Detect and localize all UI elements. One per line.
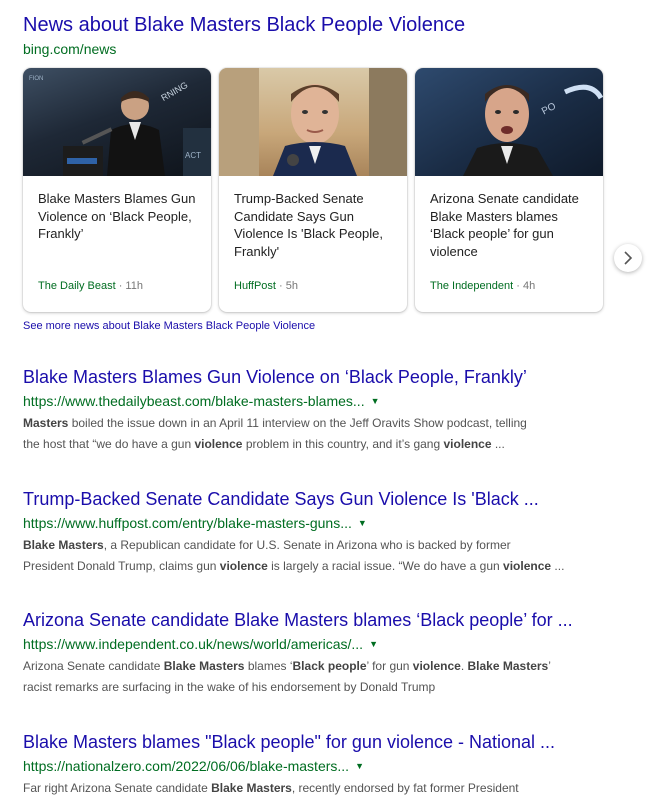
- chevron-right-icon: [624, 251, 633, 265]
- result-title-link[interactable]: Blake Masters Blames Gun Violence on ‘Bl…: [23, 365, 623, 389]
- snippet-bold-term: Blake Masters: [163, 659, 245, 673]
- news-card-source: The Daily Beast · 11h: [38, 280, 143, 292]
- news-card-source-name: The Daily Beast: [38, 280, 116, 292]
- caret-down-icon[interactable]: ▼: [369, 639, 378, 649]
- snippet-text: Far right Arizona Senate candidate: [23, 781, 212, 795]
- result-snippet-line: the host that “we do have a gun violence…: [23, 434, 623, 455]
- result-snippet-line: President Donald Trump, claims gun viole…: [23, 556, 623, 577]
- snippet-text: .: [460, 659, 468, 673]
- see-more-news-link[interactable]: See more news about Blake Masters Black …: [23, 320, 315, 332]
- result-snippet: Masters boiled the issue down in an Apri…: [23, 413, 623, 455]
- result-url-text: https://www.huffpost.com/entry/blake-mas…: [23, 515, 352, 531]
- candidate-photo-image: [219, 68, 407, 176]
- snippet-text: ...: [551, 559, 565, 573]
- svg-text:ACT: ACT: [185, 151, 201, 160]
- snippet-text: ...: [491, 437, 505, 451]
- result-url-text: https://www.independent.co.uk/news/world…: [23, 636, 364, 652]
- snippet-text: blames ‘: [244, 659, 293, 673]
- result-snippet: Far right Arizona Senate candidate Blake…: [23, 778, 623, 799]
- result-snippet: Blake Masters, a Republican candidate fo…: [23, 535, 623, 577]
- svg-text:PO: PO: [540, 101, 558, 118]
- result-url-text: https://www.thedailybeast.com/blake-mast…: [23, 393, 365, 409]
- result-snippet-line: Arizona Senate candidate Blake Masters b…: [23, 656, 623, 677]
- news-card-thumbnail: [219, 68, 407, 176]
- result-snippet-line: Masters boiled the issue down in an Apri…: [23, 413, 623, 434]
- result-url[interactable]: https://nationalzero.com/2022/06/06/blak…: [23, 756, 623, 776]
- news-card-title[interactable]: Arizona Senate candidate Blake Masters b…: [430, 190, 590, 260]
- snippet-bold-term: violence: [443, 437, 492, 451]
- news-card-source-name: The Independent: [430, 280, 514, 292]
- snippet-bold-term: Blake Masters: [23, 538, 104, 552]
- news-card[interactable]: FION RNING ACT Blake Masters Blames Gun …: [23, 68, 211, 312]
- snippet-bold-term: violence: [412, 659, 461, 673]
- search-result: Blake Masters Blames Gun Violence on ‘Bl…: [23, 365, 623, 455]
- news-carousel: FION RNING ACT Blake Masters Blames Gun …: [23, 68, 642, 313]
- result-url-text: https://nationalzero.com/2022/06/06/blak…: [23, 758, 350, 774]
- news-card-source: HuffPost · 5h: [234, 280, 298, 292]
- news-card-source-name: HuffPost: [234, 280, 276, 292]
- news-section-url[interactable]: bing.com/news: [23, 39, 465, 59]
- news-card-thumbnail: PO: [415, 68, 603, 176]
- news-card-source: The Independent · 4h: [430, 280, 535, 292]
- snippet-text: President Donald Trump, claims gun: [23, 559, 220, 573]
- search-result: Trump-Backed Senate Candidate Says Gun V…: [23, 487, 623, 577]
- result-title-link[interactable]: Trump-Backed Senate Candidate Says Gun V…: [23, 487, 623, 511]
- snippet-text: is largely a racial issue. “We do have a…: [267, 559, 504, 573]
- snippet-bold-term: Masters: [23, 416, 69, 430]
- snippet-bold-term: Blake Masters: [211, 781, 292, 795]
- news-card[interactable]: PO Arizona Senate candidate Blake Master…: [415, 68, 603, 312]
- snippet-bold-term: Black people: [292, 659, 367, 673]
- snippet-text: ’: [548, 659, 551, 673]
- news-card-title[interactable]: Trump-Backed Senate Candidate Says Gun V…: [234, 190, 394, 260]
- news-card-title[interactable]: Blake Masters Blames Gun Violence on ‘Bl…: [38, 190, 198, 243]
- snippet-text: the host that “we do have a gun: [23, 437, 195, 451]
- result-title-link[interactable]: Blake Masters blames "Black people" for …: [23, 730, 623, 754]
- news-card-age: · 11h: [115, 280, 143, 292]
- result-url[interactable]: https://www.independent.co.uk/news/world…: [23, 634, 623, 654]
- snippet-bold-term: Blake Masters: [467, 659, 549, 673]
- result-snippet-line: racist remarks are surfacing in the wake…: [23, 677, 623, 698]
- caret-down-icon[interactable]: ▼: [371, 396, 380, 406]
- svg-text:FION: FION: [29, 76, 43, 82]
- result-snippet-line: Far right Arizona Senate candidate Blake…: [23, 778, 623, 799]
- result-snippet-line: Blake Masters, a Republican candidate fo…: [23, 535, 623, 556]
- search-result: Arizona Senate candidate Blake Masters b…: [23, 608, 623, 698]
- news-section-title[interactable]: News about Blake Masters Black People Vi…: [23, 12, 465, 38]
- result-url[interactable]: https://www.huffpost.com/entry/blake-mas…: [23, 513, 623, 533]
- snippet-text: ’ for gun: [366, 659, 413, 673]
- news-card-age: · 4h: [513, 280, 536, 292]
- svg-text:RNING: RNING: [159, 80, 189, 103]
- carousel-next-button[interactable]: [614, 244, 642, 272]
- snippet-text: problem in this country, and it’s gang: [242, 437, 444, 451]
- snippet-bold-term: violence: [503, 559, 552, 573]
- news-header: News about Blake Masters Black People Vi…: [23, 12, 465, 59]
- result-snippet: Arizona Senate candidate Blake Masters b…: [23, 656, 623, 698]
- snippet-text: , recently endorsed by fat former Presid…: [291, 781, 519, 795]
- search-result: Blake Masters blames "Black people" for …: [23, 730, 623, 799]
- news-card[interactable]: Trump-Backed Senate Candidate Says Gun V…: [219, 68, 407, 312]
- snippet-text: , a Republican candidate for U.S. Senate…: [103, 538, 511, 552]
- caret-down-icon[interactable]: ▼: [355, 761, 364, 771]
- speaker-photo-image: FION RNING ACT: [29, 76, 211, 176]
- snippet-text: boiled the issue down in an April 11 int…: [68, 416, 527, 430]
- news-card-age: · 5h: [276, 280, 299, 292]
- result-title-link[interactable]: Arizona Senate candidate Blake Masters b…: [23, 608, 623, 632]
- snippet-bold-term: violence: [219, 559, 268, 573]
- result-url[interactable]: https://www.thedailybeast.com/blake-mast…: [23, 391, 623, 411]
- snippet-text: racist remarks are surfacing in the wake…: [23, 680, 436, 694]
- snippet-bold-term: violence: [194, 437, 243, 451]
- candidate-photo-image: PO: [463, 84, 603, 176]
- caret-down-icon[interactable]: ▼: [358, 518, 367, 528]
- snippet-text: Arizona Senate candidate: [23, 659, 164, 673]
- news-card-thumbnail: FION RNING ACT: [23, 68, 211, 176]
